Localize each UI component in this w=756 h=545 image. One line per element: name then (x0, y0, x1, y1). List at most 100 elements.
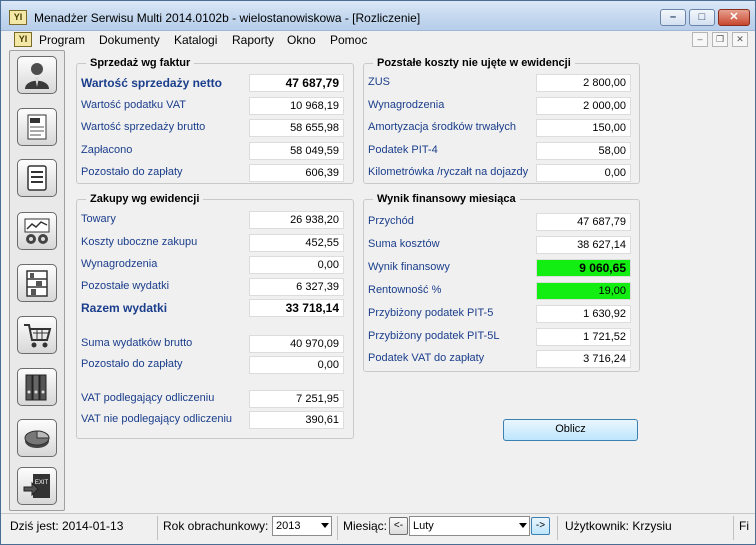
depreciation-label: Amortyzacja środków trwałych (368, 121, 516, 133)
profitability-label: Rentowność % (368, 284, 442, 296)
vat-due-value[interactable]: 3 716,24 (536, 350, 631, 368)
purchases-vat-nondeductible-value[interactable]: 390,61 (249, 411, 344, 429)
other-salaries-value[interactable]: 2 000,00 (536, 97, 631, 115)
revenue-label: Przychód (368, 215, 414, 227)
sidebar-contractors-button[interactable] (17, 56, 57, 94)
sales-vat-label: Wartość podatku VAT (81, 99, 186, 111)
purchases-salaries-label: Wynagrodzenia (81, 258, 158, 270)
mdi-minimize-button[interactable]: – (692, 32, 708, 47)
purchases-remaining-label: Pozostało do zapłaty (81, 358, 183, 370)
status-year-label: Rok obrachunkowy: (163, 519, 269, 533)
maximize-button[interactable]: □ (689, 9, 715, 26)
financial-result-label: Wynik finansowy (368, 261, 450, 273)
sidebar-warehouse-button[interactable] (17, 264, 57, 302)
menu-katalogi[interactable]: Katalogi (174, 32, 217, 48)
financial-result-value[interactable]: 9 060,65 (536, 259, 631, 277)
purchases-total-label: Razem wydatki (81, 301, 168, 315)
status-separator (733, 516, 734, 540)
purchases-other-value[interactable]: 6 327,39 (249, 278, 344, 296)
sidebar-documents-button[interactable] (17, 159, 57, 197)
total-costs-label: Suma kosztów (368, 238, 440, 250)
document-list-icon (27, 165, 47, 191)
zus-value[interactable]: 2 800,00 (536, 74, 631, 92)
mdi-close-button[interactable]: ✕ (732, 32, 748, 47)
sidebar: EXIT (9, 50, 65, 511)
status-separator (337, 516, 338, 540)
month-select[interactable]: Luty (409, 516, 530, 536)
result-group: Wynik finansowy miesiąca Przychód 47 687… (363, 193, 640, 372)
purchases-goods-label: Towary (81, 213, 116, 225)
mileage-label: Kilometrówka /ryczałt na dojazdy (368, 166, 529, 178)
invoice-vat-icon (27, 114, 47, 140)
status-separator (157, 516, 158, 540)
menu-bar: YI Program Dokumenty Katalogi Raporty Ok… (1, 31, 755, 49)
sidebar-exit-button[interactable]: EXIT (17, 467, 57, 505)
purchases-vat-deductible-label: VAT podlegający odliczeniu (81, 392, 215, 404)
next-month-button[interactable]: -> (531, 517, 550, 535)
sales-gross-value[interactable]: 58 655,98 (249, 119, 344, 137)
revenue-value[interactable]: 47 687,79 (536, 213, 631, 231)
mdi-child-icon[interactable]: YI (14, 32, 32, 47)
minimize-button[interactable]: – (660, 9, 686, 26)
status-truncated: Fi (739, 519, 749, 533)
calculate-button[interactable]: Oblicz (503, 419, 638, 441)
sales-remaining-value[interactable]: 606,39 (249, 164, 344, 182)
purchases-vat-nondeductible-label: VAT nie podlegający odliczeniu (81, 413, 233, 425)
close-button[interactable]: ✕ (718, 9, 750, 26)
menu-program[interactable]: Program (39, 32, 85, 48)
chart-gears-icon (24, 218, 50, 244)
sales-group-title: Sprzedaż wg faktur (86, 57, 195, 69)
status-bar: Dziś jest: 2014-01-13 Rok obrachunkowy: … (1, 513, 755, 544)
purchases-group-title: Zakupy wg ewidencji (86, 193, 204, 205)
result-group-title: Wynik finansowy miesiąca (373, 193, 520, 205)
menu-pomoc[interactable]: Pomoc (330, 32, 367, 48)
month-select-value: Luty (413, 520, 434, 532)
sales-paid-value[interactable]: 58 049,59 (249, 142, 344, 160)
pit5l-label: Przybiżony podatek PIT-5L (368, 330, 500, 342)
app-icon[interactable]: YI (9, 10, 27, 25)
pit5l-value[interactable]: 1 721,52 (536, 328, 631, 346)
pit4-value[interactable]: 58,00 (536, 142, 631, 160)
sales-net-label: Wartość sprzedaży netto (81, 76, 222, 90)
purchases-group: Zakupy wg ewidencji Towary 26 938,20 Kos… (76, 193, 354, 439)
sales-net-value[interactable]: 47 687,79 (249, 74, 344, 92)
menu-raporty[interactable]: Raporty (232, 32, 274, 48)
vat-due-label: Podatek VAT do zapłaty (368, 352, 485, 364)
sidebar-settlement-button[interactable] (17, 212, 57, 250)
window-title: Menadżer Serwisu Multi 2014.0102b - wiel… (34, 11, 421, 25)
purchases-goods-value[interactable]: 26 938,20 (249, 211, 344, 229)
menu-dokumenty[interactable]: Dokumenty (99, 32, 160, 48)
sidebar-purchases-button[interactable] (17, 316, 57, 354)
status-separator (557, 516, 558, 540)
depreciation-value[interactable]: 150,00 (536, 119, 631, 137)
pit5-value[interactable]: 1 630,92 (536, 305, 631, 323)
title-bar[interactable]: YI Menadżer Serwisu Multi 2014.0102b - w… (1, 1, 755, 31)
purchases-total-value[interactable]: 33 718,14 (249, 299, 344, 317)
mdi-restore-button[interactable]: ❐ (712, 32, 728, 47)
exit-icon: EXIT (23, 474, 50, 498)
purchases-incidental-value[interactable]: 452,55 (249, 234, 344, 252)
sales-gross-label: Wartość sprzedaży brutto (81, 121, 206, 133)
prev-month-button[interactable]: <- (389, 517, 408, 535)
purchases-gross-value[interactable]: 40 970,09 (249, 335, 344, 353)
purchases-salaries-value[interactable]: 0,00 (249, 256, 344, 274)
shelves-icon (26, 270, 48, 297)
purchases-vat-deductible-value[interactable]: 7 251,95 (249, 390, 344, 408)
other-costs-group-title: Pozstałe koszty nie ujęte w ewidencji (373, 57, 575, 69)
sidebar-reports-button[interactable] (17, 419, 57, 457)
sidebar-binders-button[interactable] (17, 368, 57, 406)
purchases-remaining-value[interactable]: 0,00 (249, 356, 344, 374)
sidebar-sales-invoice-button[interactable] (17, 108, 57, 146)
other-costs-group: Pozstałe koszty nie ujęte w ewidencji ZU… (363, 57, 640, 184)
status-today: Dziś jest: 2014-01-13 (10, 519, 124, 533)
shopping-cart-icon (24, 324, 52, 348)
total-costs-value[interactable]: 38 627,14 (536, 236, 631, 254)
mileage-value[interactable]: 0,00 (536, 164, 631, 182)
menu-okno[interactable]: Okno (287, 32, 316, 48)
sales-vat-value[interactable]: 10 968,19 (249, 97, 344, 115)
purchases-gross-label: Suma wydatków brutto (81, 337, 193, 349)
chevron-down-icon (321, 523, 329, 528)
profitability-value[interactable]: 19,00 (536, 282, 631, 300)
status-month-label: Miesiąc: (343, 519, 388, 533)
year-select[interactable]: 2013 (272, 516, 332, 536)
